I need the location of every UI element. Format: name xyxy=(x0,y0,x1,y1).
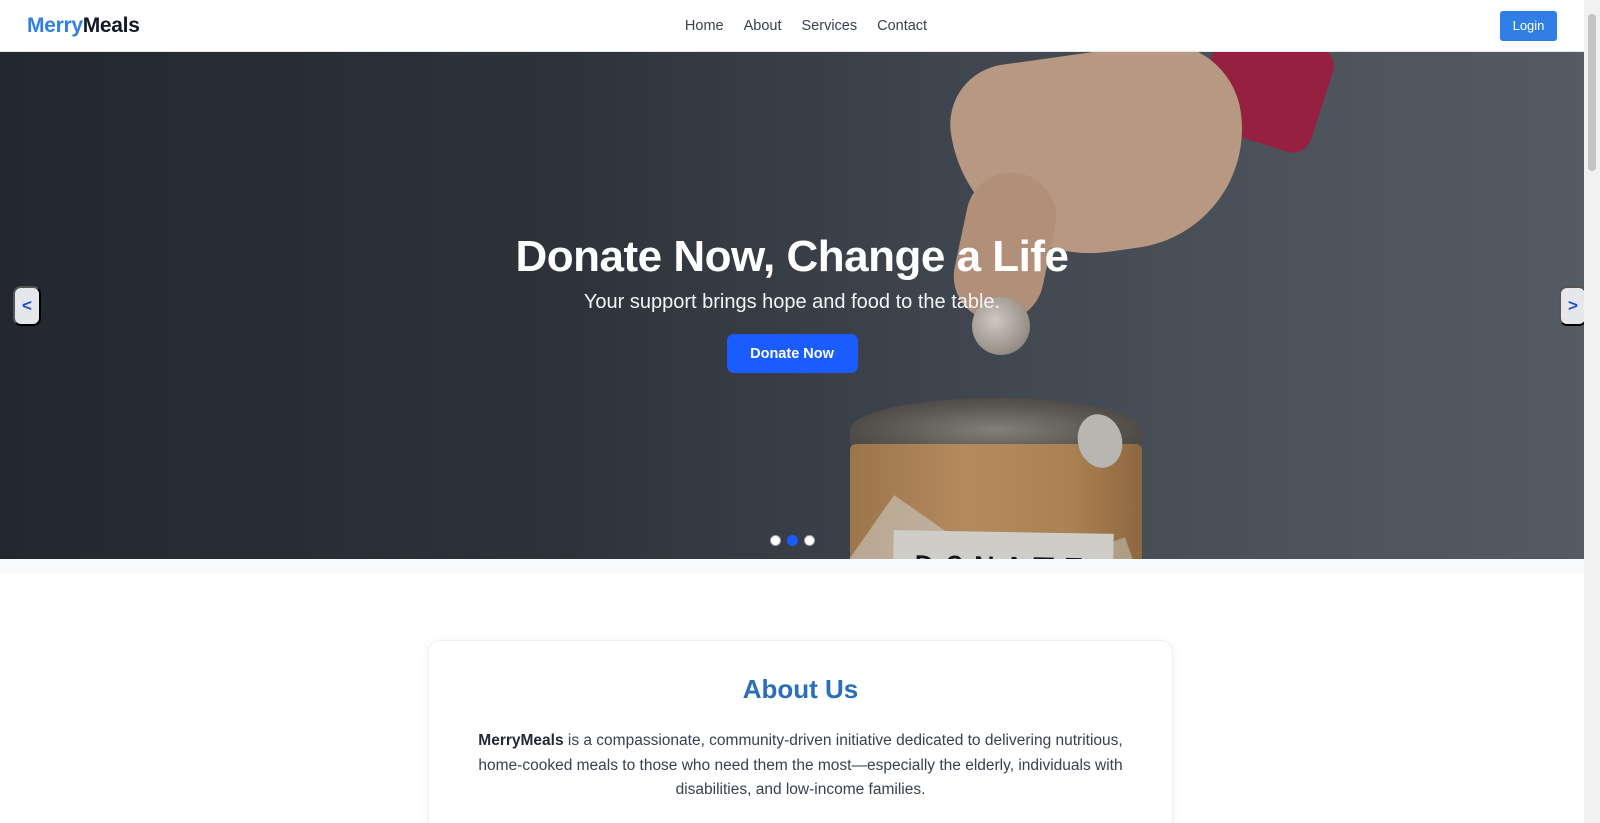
hero-subtitle: Your support brings hope and food to the… xyxy=(583,291,1001,313)
top-navbar: MerryMeals Home About Services Contact L… xyxy=(0,0,1584,52)
about-text: MerryMeals is a compassionate, community… xyxy=(468,729,1133,803)
nav-home[interactable]: Home xyxy=(685,18,724,34)
carousel-indicators xyxy=(0,535,1584,546)
nav-services[interactable]: Services xyxy=(802,18,858,34)
hero-title: Donate Now, Change a Life xyxy=(515,232,1069,281)
about-card: About Us MerryMeals is a compassionate, … xyxy=(428,640,1173,823)
hero-carousel: DONATE Donate Now, Change a Life Your su… xyxy=(0,52,1584,559)
hero-content: Donate Now, Change a Life Your support b… xyxy=(0,232,1584,373)
scrollbar-thumb[interactable] xyxy=(1588,14,1596,171)
about-title: About Us xyxy=(742,674,859,704)
logo-merry: Merry xyxy=(27,13,83,37)
carousel-dot-1[interactable] xyxy=(769,535,781,546)
main-nav: Home About Services Contact xyxy=(0,0,1584,52)
carousel-next-button[interactable]: > xyxy=(1559,286,1584,326)
site-logo[interactable]: MerryMeals xyxy=(27,14,140,38)
login-button[interactable]: Login xyxy=(1500,10,1557,41)
nav-about[interactable]: About xyxy=(744,18,782,34)
donate-now-button[interactable]: Donate Now xyxy=(726,334,858,373)
nav-contact[interactable]: Contact xyxy=(877,18,927,34)
logo-meals: Meals xyxy=(82,13,140,37)
carousel-dot-2[interactable] xyxy=(786,535,798,546)
section-divider xyxy=(0,559,1584,573)
about-description: is a compassionate, community-driven ini… xyxy=(478,732,1123,798)
carousel-prev-button[interactable]: < xyxy=(13,286,41,326)
carousel-dot-3[interactable] xyxy=(803,535,815,546)
page-scrollbar[interactable] xyxy=(1584,0,1600,823)
about-brand: MerryMeals xyxy=(478,732,564,749)
